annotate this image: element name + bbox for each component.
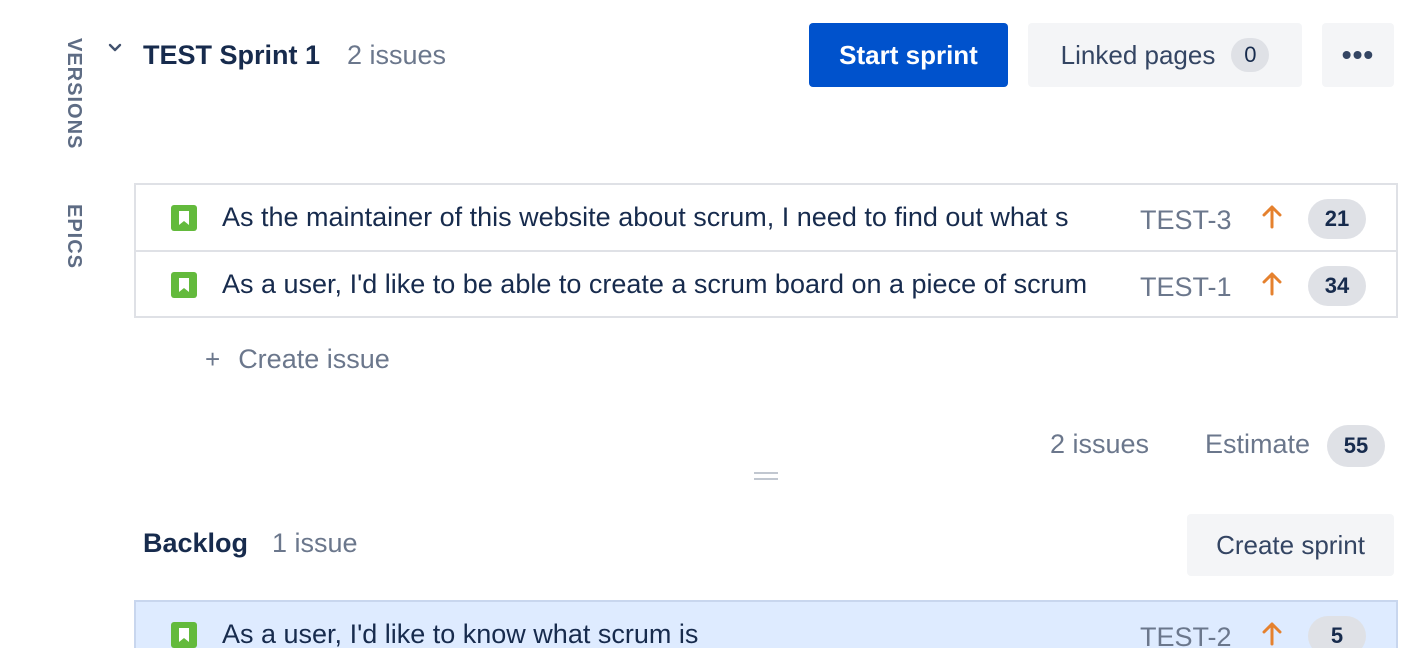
sidebar-tab-epics[interactable]: EPICS (60, 204, 88, 269)
backlog-issue-count: 1 issue (272, 528, 358, 558)
create-issue-button[interactable]: + Create issue (205, 344, 390, 375)
sprint-title: TEST Sprint 1 (143, 40, 321, 70)
linked-pages-label: Linked pages (1060, 39, 1216, 70)
create-issue-label: Create issue (238, 344, 390, 374)
more-actions-button[interactable]: ••• (1322, 23, 1394, 87)
story-icon (171, 622, 197, 648)
issue-key-link[interactable]: TEST-1 (1140, 272, 1232, 303)
backlog-issue-list: As a user, I'd like to know what scrum i… (134, 600, 1398, 648)
story-icon (171, 205, 197, 231)
issue-summary: As a user, I'd like to know what scrum i… (222, 619, 699, 648)
chevron-down-icon[interactable] (105, 38, 125, 58)
estimate-badge: 34 (1308, 266, 1366, 306)
sidebar-tab-versions[interactable]: VERSIONS (60, 38, 88, 149)
issue-summary: As the maintainer of this website about … (222, 202, 1069, 232)
priority-high-icon (1260, 270, 1284, 296)
issue-row[interactable]: As the maintainer of this website about … (136, 185, 1396, 250)
issue-row[interactable]: As a user, I'd like to know what scrum i… (136, 602, 1396, 648)
issue-key-link[interactable]: TEST-3 (1140, 205, 1232, 236)
start-sprint-button[interactable]: Start sprint (809, 23, 1008, 87)
drag-handle-icon[interactable] (754, 472, 778, 484)
plus-icon: + (205, 344, 221, 374)
issue-key-link[interactable]: TEST-2 (1140, 622, 1232, 648)
sprint-footer-estimate-label: Estimate (1205, 429, 1311, 459)
create-sprint-button[interactable]: Create sprint (1187, 514, 1394, 576)
linked-pages-count-badge: 0 (1231, 38, 1270, 72)
sprint-footer-estimate-total: 55 (1327, 425, 1385, 467)
priority-high-icon (1260, 620, 1284, 646)
issue-row[interactable]: As a user, I'd like to be able to create… (136, 250, 1396, 316)
sprint-footer-issue-count: 2 issues (1050, 429, 1150, 459)
estimate-badge: 21 (1308, 199, 1366, 239)
sprint-issue-list: As the maintainer of this website about … (134, 183, 1398, 318)
linked-pages-button[interactable]: Linked pages 0 (1028, 23, 1302, 87)
priority-high-icon (1260, 203, 1284, 229)
backlog-title: Backlog (143, 528, 249, 558)
sprint-issue-count: 2 issues (347, 40, 447, 70)
sprint-header: TEST Sprint 1 2 issues Start sprint Link… (100, 22, 1400, 88)
estimate-badge: 5 (1308, 616, 1366, 648)
story-icon (171, 272, 197, 298)
issue-summary: As a user, I'd like to be able to create… (222, 269, 1088, 299)
